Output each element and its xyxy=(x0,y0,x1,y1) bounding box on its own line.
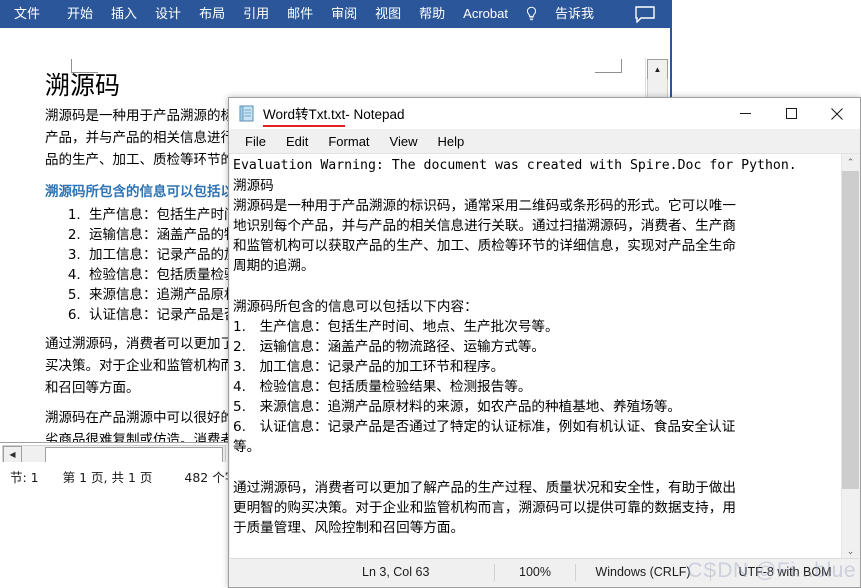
scroll-left-arrow-icon[interactable]: ◀ xyxy=(3,446,22,463)
status-section[interactable]: 节: 1 xyxy=(0,467,49,486)
notepad-icon xyxy=(238,105,255,122)
minimize-icon[interactable] xyxy=(722,98,768,129)
menu-item-format[interactable]: Format xyxy=(318,132,379,151)
tell-me-label[interactable]: 告诉我 xyxy=(546,0,603,28)
notepad-vscroll-thumb[interactable] xyxy=(842,171,859,489)
notepad-line: 1. 生产信息：包括生产时间、地点、生产批次号等。 xyxy=(233,318,559,335)
notepad-title-text: Word转Txt.txt - Notepad xyxy=(263,103,405,127)
notepad-window-buttons xyxy=(722,98,860,129)
close-icon[interactable] xyxy=(814,98,860,129)
ribbon-tab-home[interactable]: 开始 xyxy=(58,0,102,28)
ribbon-tab-help[interactable]: 帮助 xyxy=(410,0,454,28)
notepad-line: 通过溯源码，消费者可以更加了解产品的生产过程、质量状况和安全性，有助于做出 xyxy=(233,479,736,496)
ribbon-tab-design[interactable]: 设计 xyxy=(146,0,190,28)
status-zoom-level: 100% xyxy=(494,564,575,581)
scroll-up-arrow-icon[interactable]: ⌃ xyxy=(842,154,859,171)
notepad-line: 和监管机构可以获取产品的生产、加工、质检等环节的详细信息，实现对产品全生命 xyxy=(233,238,736,255)
notepad-line: 地识别每个产品，并与产品的相关信息进行关联。通过扫描溯源码，消费者、生产商 xyxy=(233,218,736,235)
notepad-line: 2. 运输信息：涵盖产品的物流路径、运输方式等。 xyxy=(233,338,546,355)
notepad-status-bar: Ln 3, Col 63 100% Windows (CRLF) UTF-8 w… xyxy=(230,558,859,586)
notepad-line: Evaluation Warning: The document was cre… xyxy=(233,158,797,173)
notepad-line: 4. 检验信息：包括质量检验结果、检测报告等。 xyxy=(233,379,532,396)
ribbon-tab-insert[interactable]: 插入 xyxy=(102,0,146,28)
ribbon-tab-review[interactable]: 审阅 xyxy=(322,0,366,28)
menu-item-file[interactable]: File xyxy=(235,132,276,151)
notepad-line: 周期的追溯。 xyxy=(233,258,315,275)
notepad-window: Word转Txt.txt - Notepad File Edit Format … xyxy=(228,97,861,588)
notepad-line: 6. 认证信息：记录产品是否通过了特定的认证标准，例如有机认证、食品安全认证 xyxy=(233,419,736,436)
status-encoding: UTF-8 with BOM xyxy=(710,564,859,581)
word-ribbon-tabbar: 文件 开始 插入 设计 布局 引用 邮件 审阅 视图 帮助 Acrobat 告诉… xyxy=(0,0,672,28)
notepad-menu-bar: File Edit Format View Help xyxy=(229,129,860,154)
ribbon-tab-layout[interactable]: 布局 xyxy=(190,0,234,28)
ribbon-tab-references[interactable]: 引用 xyxy=(234,0,278,28)
notepad-line: 等。 xyxy=(233,439,261,456)
menu-item-view[interactable]: View xyxy=(380,132,428,151)
menu-item-help[interactable]: Help xyxy=(427,132,474,151)
notepad-line xyxy=(233,457,840,477)
notepad-line: 溯源码是一种用于产品溯源的标识码，通常采用二维码或条形码的形式。它可以唯一 xyxy=(233,198,736,215)
notepad-vertical-scrollbar[interactable]: ⌃ ⌄ xyxy=(841,154,859,560)
status-cursor-position: Ln 3, Col 63 xyxy=(362,565,430,579)
ribbon-tab-view[interactable]: 视图 xyxy=(366,0,410,28)
lightbulb-icon[interactable] xyxy=(517,0,546,28)
notepad-title-suffix: - Notepad xyxy=(345,107,405,122)
notepad-title-bar[interactable]: Word转Txt.txt - Notepad xyxy=(229,98,860,129)
notepad-line: 溯源码所包含的信息可以包括以下内容： xyxy=(233,298,478,315)
comment-icon[interactable] xyxy=(627,0,663,28)
notepad-line: 3. 加工信息：记录产品的加工环节和程序。 xyxy=(233,358,505,375)
screen-root: 文件 开始 插入 设计 布局 引用 邮件 审阅 视图 帮助 Acrobat 告诉… xyxy=(0,0,861,588)
notepad-line xyxy=(233,277,840,297)
status-page[interactable]: 第 1 页, 共 1 页 xyxy=(49,467,163,486)
notepad-line xyxy=(233,538,840,558)
menu-item-edit[interactable]: Edit xyxy=(276,132,318,151)
ribbon-tab-file[interactable]: 文件 xyxy=(0,0,58,28)
notepad-line: 更明智的购买决策。对于企业和监管机构而言，溯源码可以提供可靠的数据支持，用 xyxy=(233,499,736,516)
scroll-up-arrow-icon[interactable]: ▲ xyxy=(647,59,668,80)
maximize-icon[interactable] xyxy=(768,98,814,129)
status-line-ending: Windows (CRLF) xyxy=(575,564,710,581)
notepad-line: 于质量管理、风险控制和召回等方面。 xyxy=(233,519,465,536)
notepad-line: 溯源码 xyxy=(233,178,274,195)
notepad-file-name: Word转Txt.txt xyxy=(263,103,346,127)
notepad-line: 5. 来源信息：追溯产品原材料的来源，如农产品的种植基地、养殖场等。 xyxy=(233,399,681,416)
ribbon-tab-acrobat[interactable]: Acrobat xyxy=(454,0,517,28)
ribbon-tab-mailings[interactable]: 邮件 xyxy=(278,0,322,28)
notepad-text-area[interactable]: Evaluation Warning: The document was cre… xyxy=(230,154,844,560)
